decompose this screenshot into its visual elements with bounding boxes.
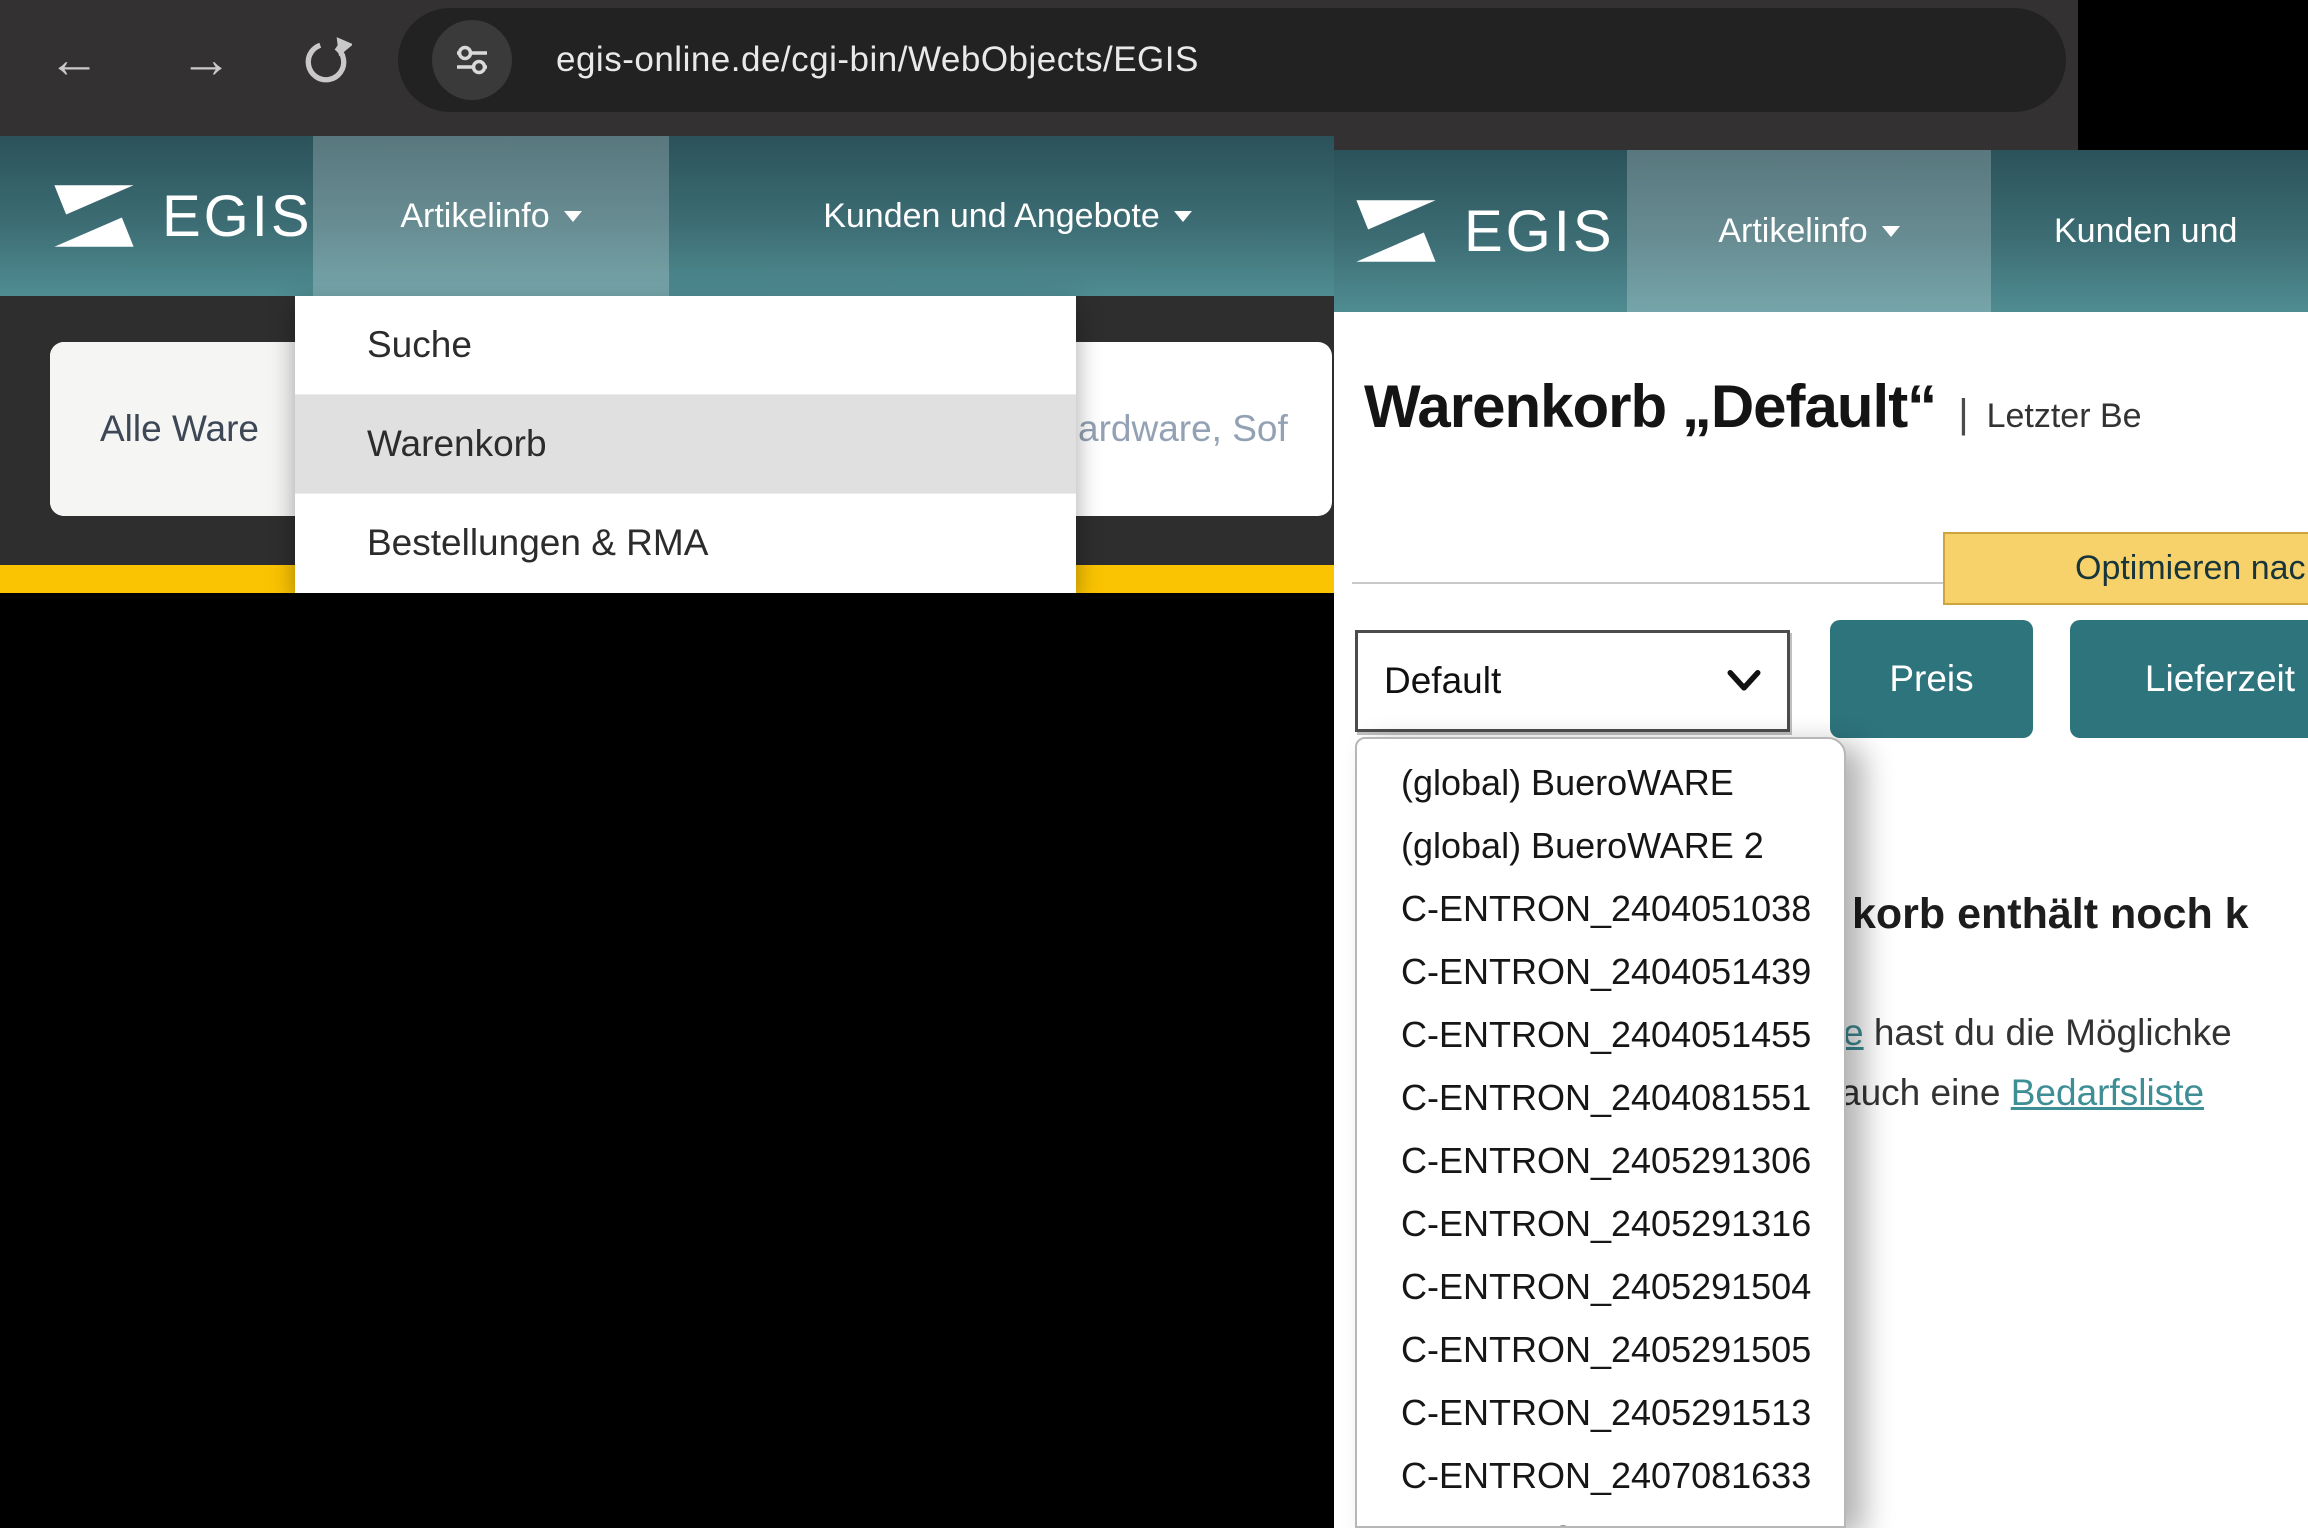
right-browser-window: EGIS Artikelinfo Kunden und Warenkorb „D… — [1334, 150, 2308, 1528]
egis-logo[interactable]: EGIS — [50, 136, 313, 296]
divider-line — [1352, 582, 1944, 584]
basket-option[interactable]: C-ENTRON_2404081551 — [1357, 1066, 1844, 1129]
egis-logo-text: EGIS — [1464, 198, 1615, 265]
basket-option[interactable]: C-ENTRON_2405291505 — [1357, 1318, 1844, 1381]
left-nav-item-artikelinfo-label: Artikelinfo — [400, 197, 549, 236]
search-input[interactable]: ardware, Sof — [1078, 342, 1288, 516]
left-nav-item-kunden-label: Kunden und Angebote — [823, 197, 1160, 236]
line2-prefix: auch eine — [1840, 1072, 2011, 1113]
search-placeholder: ardware, Sof — [1078, 408, 1288, 450]
title-subtitle: Letzter Be — [1987, 397, 2142, 436]
basket-option[interactable]: C-ENTRON_2405291306 — [1357, 1129, 1844, 1192]
basket-select-popup: (global) BueroWARE (global) BueroWARE 2 … — [1355, 737, 1846, 1528]
suche-link-fragment[interactable]: e — [1843, 1012, 1864, 1053]
empty-cart-text-line1: e hast du die Möglichke — [1843, 1012, 2232, 1054]
left-nav-item-artikelinfo[interactable]: Artikelinfo — [313, 136, 669, 296]
page-title-row: Warenkorb „Default“ | Letzter Be — [1364, 372, 2142, 441]
reload-icon[interactable] — [300, 36, 352, 88]
left-nav-item-kunden[interactable]: Kunden und Angebote — [745, 136, 1270, 296]
search-category-label: Alle Ware — [100, 408, 259, 450]
browser-toolbar: ← → egis-online.de/cgi-bin/WebObjects/EG… — [0, 0, 2308, 150]
basket-option[interactable]: C-ENTRON_2404051455 — [1357, 1003, 1844, 1066]
preis-button[interactable]: Preis — [1830, 620, 2033, 738]
blacked-out-region — [2078, 0, 2308, 150]
bedarfsliste-link[interactable]: Bedarfsliste — [2011, 1072, 2204, 1113]
line1-text: hast du die Möglichke — [1864, 1012, 2232, 1053]
empty-cart-text-line2: auch eine Bedarfsliste — [1840, 1072, 2204, 1114]
title-separator: | — [1958, 392, 1968, 437]
egis-logo-icon — [50, 183, 138, 249]
page-title: Warenkorb „Default“ — [1364, 372, 1936, 441]
egis-logo-icon — [1352, 198, 1440, 264]
back-icon[interactable]: ← — [48, 34, 100, 86]
artikelinfo-dropdown-menu: Suche Warenkorb Bestellungen & RMA — [295, 296, 1076, 593]
basket-option[interactable]: C-ENTRON_2405291316 — [1357, 1192, 1844, 1255]
right-nav-item-kunden[interactable]: Kunden und — [2054, 150, 2237, 312]
egis-logo[interactable]: EGIS — [1352, 150, 1615, 312]
basket-option[interactable]: (global) BueroWARE — [1357, 751, 1844, 814]
basket-option[interactable]: C-ENTRON_2407081633 — [1357, 1444, 1844, 1507]
basket-select-value: Default — [1384, 660, 1501, 702]
menu-item-bestellungen[interactable]: Bestellungen & RMA — [295, 494, 1076, 593]
site-settings-icon[interactable] — [432, 20, 512, 100]
preis-button-label: Preis — [1889, 658, 1973, 700]
basket-select[interactable]: Default — [1355, 630, 1790, 732]
egis-logo-text: EGIS — [162, 183, 313, 250]
right-nav-item-artikelinfo-label: Artikelinfo — [1718, 212, 1867, 251]
basket-option[interactable]: C-ENTRON_2405291513 — [1357, 1381, 1844, 1444]
basket-option[interactable]: c-entron_35 — [1357, 1507, 1844, 1528]
basket-option[interactable]: C-ENTRON_2404051038 — [1357, 877, 1844, 940]
chevron-down-icon — [1727, 670, 1761, 692]
optimize-button[interactable]: Optimieren nac — [1943, 532, 2308, 605]
chevron-down-icon — [564, 211, 582, 222]
right-nav-item-artikelinfo[interactable]: Artikelinfo — [1627, 150, 1991, 312]
forward-icon[interactable]: → — [180, 34, 232, 86]
empty-cart-heading-fragment: korb enthält noch k — [1852, 890, 2249, 939]
empty-page-region — [0, 593, 1334, 1528]
chevron-down-icon — [1174, 211, 1192, 222]
url-text[interactable]: egis-online.de/cgi-bin/WebObjects/EGIS — [556, 0, 1199, 120]
lieferzeit-button[interactable]: Lieferzeit — [2070, 620, 2308, 738]
optimize-button-label: Optimieren nac — [2075, 549, 2306, 588]
chevron-down-icon — [1882, 226, 1900, 237]
menu-item-warenkorb[interactable]: Warenkorb — [295, 395, 1076, 494]
basket-option[interactable]: C-ENTRON_2405291504 — [1357, 1255, 1844, 1318]
menu-item-suche[interactable]: Suche — [295, 296, 1076, 395]
basket-option[interactable]: C-ENTRON_2404051439 — [1357, 940, 1844, 1003]
lieferzeit-button-label: Lieferzeit — [2145, 658, 2295, 700]
right-nav-item-kunden-label: Kunden und — [2054, 212, 2237, 251]
basket-option[interactable]: (global) BueroWARE 2 — [1357, 814, 1844, 877]
